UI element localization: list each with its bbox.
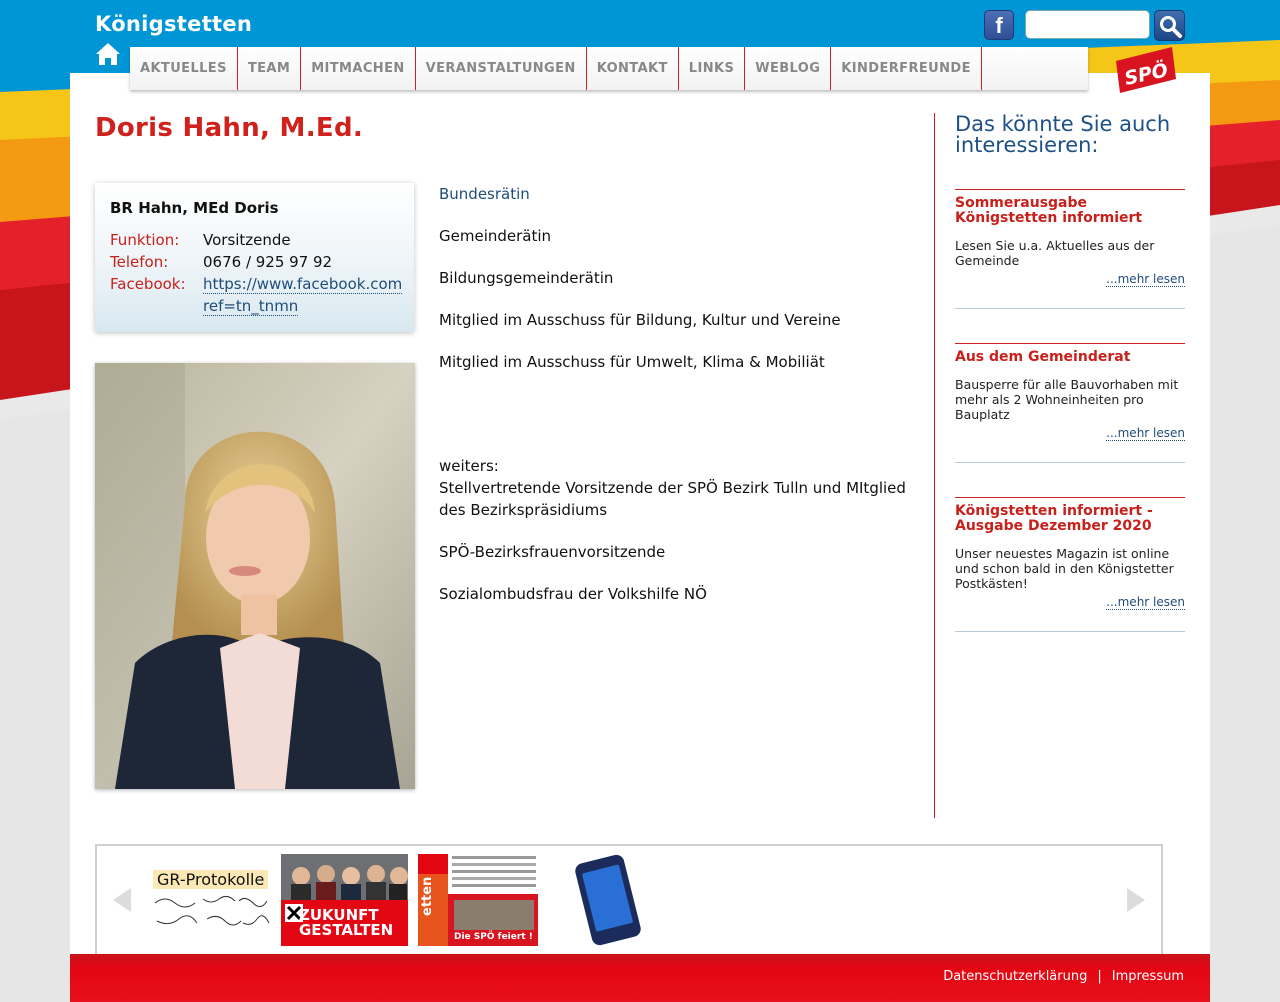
- nav-item-veranstaltungen[interactable]: VERANSTALTUNGEN: [416, 47, 587, 90]
- slider-item-smartphone[interactable]: [553, 854, 663, 946]
- nav-item-team[interactable]: TEAM: [238, 47, 302, 90]
- home-icon[interactable]: [95, 42, 121, 66]
- smartphone-icon: [575, 854, 641, 946]
- slider-prev-arrow[interactable]: [113, 888, 131, 912]
- nav-item-kinderfreunde[interactable]: KINDERFREUNDE: [831, 47, 982, 90]
- gr-protokolle-label: GR-Protokolle: [153, 870, 269, 889]
- teaser-text: Bausperre für alle Bauvorhaben mit mehr …: [955, 377, 1179, 422]
- role-gemeinderaetin: Gemeinderätin: [439, 227, 552, 245]
- teaser-title[interactable]: Sommerausgabe Königstetten informiert: [955, 196, 1185, 226]
- facebook-link-continued[interactable]: ref=tn_tnmn: [203, 297, 299, 316]
- magazine-caption: Die SPÖ feiert !: [454, 932, 533, 942]
- teaser-separator: [955, 631, 1185, 632]
- nav-item-mitmachen[interactable]: MITMACHEN: [301, 47, 416, 90]
- read-more-link[interactable]: ...mehr lesen: [1106, 595, 1185, 610]
- slider-item-zukunft-gestalten[interactable]: ZUKUNFT GESTALTEN: [281, 854, 408, 946]
- further-label: weiters:: [439, 457, 499, 475]
- nav-item-links[interactable]: LINKS: [679, 47, 746, 90]
- signatures-image: [154, 895, 270, 926]
- phone-value: 0676 / 925 97 92: [203, 253, 333, 271]
- nav-item-aktuelles[interactable]: AKTUELLES: [130, 47, 238, 90]
- read-more-link[interactable]: ...mehr lesen: [1106, 272, 1185, 287]
- search-button[interactable]: [1154, 10, 1185, 41]
- function-label: Funktion:: [110, 231, 180, 249]
- content-divider: [934, 113, 935, 818]
- teaser-title[interactable]: Königstetten informiert - Ausgabe Dezemb…: [955, 504, 1185, 534]
- privacy-link[interactable]: Datenschutzerklärung: [943, 969, 1087, 984]
- spo-logo[interactable]: SPÖ: [1110, 45, 1178, 97]
- profile-content: Bundesrätin Gemeinderätin Bildungsgemein…: [439, 183, 919, 625]
- gestalten-text: GESTALTEN: [299, 921, 394, 939]
- slider-item-magazine[interactable]: etten Die SPÖ feiert !: [418, 854, 538, 946]
- footer: Datenschutzerklärung | Impressum: [70, 954, 1210, 1002]
- role-bundesraetin[interactable]: Bundesrätin: [439, 183, 919, 205]
- slider-item-gr-protokolle[interactable]: GR-Protokolle: [151, 854, 273, 946]
- main-navigation: AKTUELLES TEAM MITMACHEN VERANSTALTUNGEN…: [130, 47, 1088, 90]
- contact-name: BR Hahn, MEd Doris: [110, 199, 279, 217]
- contact-card: BR Hahn, MEd Doris Funktion: Vorsitzende…: [95, 183, 414, 332]
- imprint-link[interactable]: Impressum: [1112, 969, 1184, 984]
- sidebar-heading: Das könnte Sie auch interessieren:: [955, 112, 1171, 157]
- search-input[interactable]: [1025, 10, 1150, 39]
- facebook-label: Facebook:: [110, 275, 186, 293]
- role-committee-environment: Mitglied im Ausschuss für Umwelt, Klima …: [439, 353, 825, 371]
- read-more-link[interactable]: ...mehr lesen: [1106, 426, 1185, 441]
- image-slider: GR-Protokolle ZUKUNFT GESTALTEN etten Di…: [95, 844, 1163, 960]
- further-role-district: Stellvertretende Vorsitzende der SPÖ Bez…: [439, 479, 906, 519]
- search-icon: [1160, 16, 1182, 38]
- further-role-women: SPÖ-Bezirksfrauenvorsitzende: [439, 543, 666, 561]
- teaser-separator: [955, 462, 1185, 463]
- phone-label: Telefon:: [110, 253, 169, 271]
- teaser-text: Lesen Sie u.a. Aktuelles aus der Gemeind…: [955, 238, 1155, 268]
- teaser-gemeinderat: Aus dem Gemeinderat Bausperre für alle B…: [955, 343, 1185, 441]
- nav-item-weblog[interactable]: WEBLOG: [745, 47, 832, 90]
- facebook-link[interactable]: https://www.facebook.com: [203, 275, 403, 294]
- teaser-sommerausgabe: Sommerausgabe Königstetten informiert Le…: [955, 189, 1185, 287]
- footer-separator: |: [1097, 969, 1102, 984]
- function-value: Vorsitzende: [203, 231, 291, 249]
- teaser-dezember-2020: Königstetten informiert - Ausgabe Dezemb…: [955, 497, 1185, 610]
- site-title[interactable]: Königstetten: [95, 12, 252, 36]
- teaser-text: Unser neuestes Magazin ist online und sc…: [955, 546, 1174, 591]
- facebook-icon[interactable]: f: [984, 10, 1014, 40]
- nav-item-kontakt[interactable]: KONTAKT: [587, 47, 679, 90]
- teaser-separator: [955, 308, 1185, 309]
- magazine-side-text: etten: [420, 876, 435, 916]
- portrait-photo: [95, 363, 415, 789]
- further-role-ombudsfrau: Sozialombudsfrau der Volkshilfe NÖ: [439, 585, 707, 603]
- slider-next-arrow[interactable]: [1127, 888, 1145, 912]
- page-title: Doris Hahn, M.Ed.: [95, 113, 364, 143]
- role-bildungsgemeinderaetin: Bildungsgemeinderätin: [439, 269, 614, 287]
- role-committee-education: Mitglied im Ausschuss für Bildung, Kultu…: [439, 311, 841, 329]
- teaser-title[interactable]: Aus dem Gemeinderat: [955, 350, 1185, 365]
